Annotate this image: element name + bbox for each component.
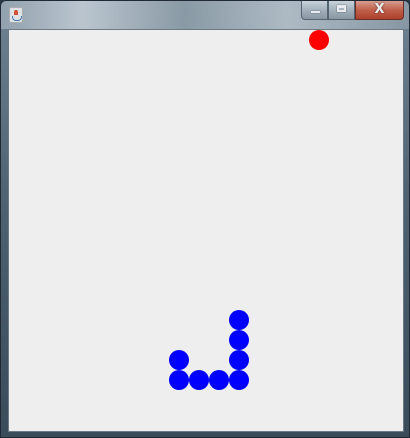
game-frame [8, 29, 404, 432]
food-apple [309, 30, 329, 50]
maximize-icon [337, 5, 346, 12]
title-bar[interactable]: X [1, 1, 409, 29]
snake-segment [229, 330, 249, 350]
minimize-icon [311, 11, 320, 13]
app-window: X [0, 0, 410, 438]
snake-segment [169, 370, 189, 390]
snake-segment [229, 350, 249, 370]
java-icon[interactable] [9, 7, 23, 23]
snake-segment [169, 350, 189, 370]
snake-segment [189, 370, 209, 390]
minimize-button[interactable] [301, 1, 328, 20]
maximize-button[interactable] [328, 1, 355, 20]
window-controls: X [301, 1, 404, 21]
close-icon: X [374, 2, 385, 17]
game-board[interactable] [9, 30, 403, 431]
snake-segment [209, 370, 229, 390]
snake-segment [229, 370, 249, 390]
snake-head [229, 310, 249, 330]
close-button[interactable]: X [355, 1, 404, 20]
